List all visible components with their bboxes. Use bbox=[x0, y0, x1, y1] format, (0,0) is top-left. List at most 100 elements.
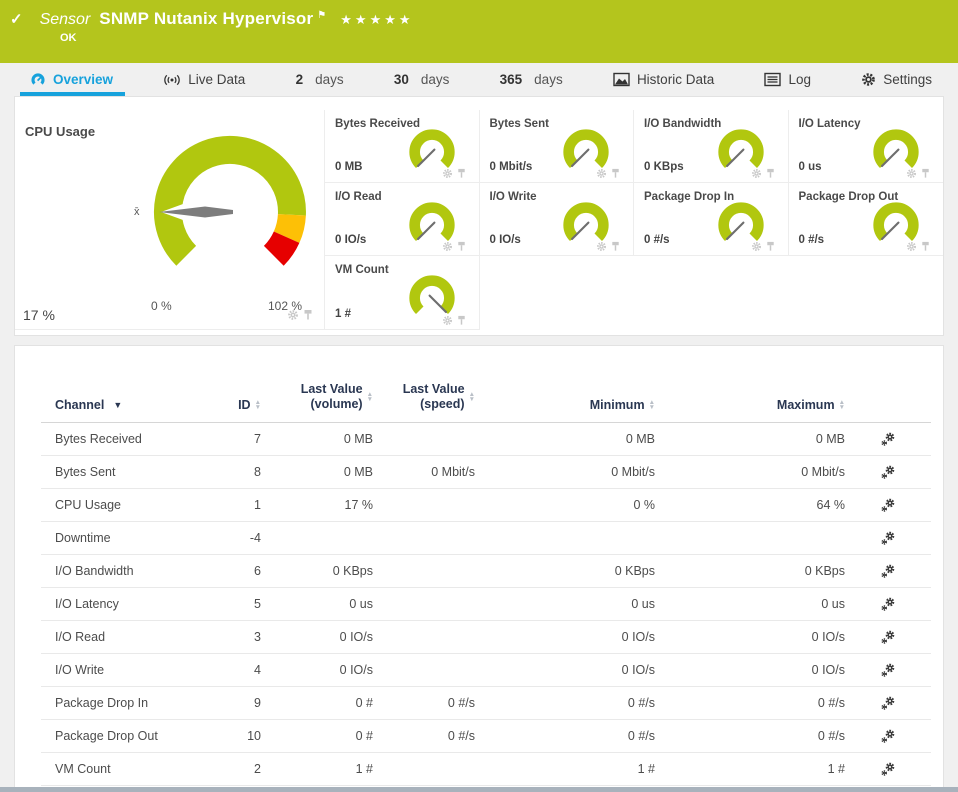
gauge-card-io-write: I/O Write 0 IO/s bbox=[480, 183, 635, 256]
gauge-settings-gear-icon[interactable] bbox=[596, 168, 607, 179]
gauge-icon bbox=[30, 72, 46, 88]
gauge-settings-gear-icon[interactable] bbox=[442, 168, 453, 179]
column-header-channel[interactable]: Channel▼ bbox=[41, 398, 189, 412]
gauge-settings-gear-icon[interactable] bbox=[906, 168, 917, 179]
gauge-title: CPU Usage bbox=[25, 124, 95, 139]
sort-icon: ▲▼ bbox=[839, 400, 845, 411]
channel-name: I/O Write bbox=[41, 663, 189, 677]
column-header-minimum[interactable]: Minimum▲▼ bbox=[475, 398, 655, 412]
edit-channel-gears-icon[interactable] bbox=[880, 662, 896, 678]
gauge-pin-icon[interactable] bbox=[302, 309, 314, 321]
channel-name: Bytes Received bbox=[41, 432, 189, 446]
edit-channel-gears-icon[interactable] bbox=[880, 464, 896, 480]
gauge-pin-icon[interactable] bbox=[456, 241, 467, 252]
gauge-settings-gear-icon[interactable] bbox=[442, 315, 453, 326]
sort-desc-icon: ▼ bbox=[113, 400, 122, 410]
gauge-title: I/O Write bbox=[490, 191, 537, 203]
gauge-value: 0 Mbit/s bbox=[490, 161, 533, 173]
status-check-icon: ✓ bbox=[10, 10, 23, 28]
gauge-value: 0 us bbox=[799, 161, 822, 173]
gauge-card-vm-count: VM Count 1 # bbox=[325, 256, 480, 330]
gauge-settings-gear-icon[interactable] bbox=[287, 309, 299, 321]
cpu-gauge-dial: x̄ bbox=[122, 126, 318, 301]
channel-name: Package Drop Out bbox=[41, 729, 189, 743]
channel-name: Downtime bbox=[41, 531, 189, 545]
edit-channel-gears-icon[interactable] bbox=[880, 761, 896, 777]
empty-cell bbox=[480, 256, 635, 330]
gauge-settings-gear-icon[interactable] bbox=[596, 241, 607, 252]
tab-overview[interactable]: Overview bbox=[30, 63, 113, 96]
column-header-id[interactable]: ID▲▼ bbox=[189, 398, 261, 412]
column-header-last-value-speed[interactable]: Last Value (speed)▲▼ bbox=[373, 382, 475, 412]
gauge-settings-gear-icon[interactable] bbox=[442, 241, 453, 252]
gauge-pin-icon[interactable] bbox=[610, 241, 621, 252]
gauge-value: 0 KBps bbox=[644, 161, 684, 173]
gauge-pin-icon[interactable] bbox=[920, 241, 931, 252]
tab-365-days[interactable]: 365 days bbox=[500, 63, 563, 96]
gauge-card-cpu-usage: CPU Usage x̄ 0 % 102 % 17 % bbox=[15, 110, 325, 330]
edit-channel-gears-icon[interactable] bbox=[880, 728, 896, 744]
tab-label: Live Data bbox=[188, 72, 245, 87]
gauge-card-io-bandwidth: I/O Bandwidth 0 KBps bbox=[634, 110, 789, 183]
table-row: Bytes Sent 8 0 MB 0 Mbit/s 0 Mbit/s 0 Mb… bbox=[41, 456, 931, 489]
gauge-pin-icon[interactable] bbox=[456, 168, 467, 179]
gauge-pin-icon[interactable] bbox=[920, 168, 931, 179]
gauge-card-bytes-received: Bytes Received 0 MB bbox=[325, 110, 480, 183]
gauge-pin-icon[interactable] bbox=[765, 241, 776, 252]
gauge-card-bytes-sent: Bytes Sent 0 Mbit/s bbox=[480, 110, 635, 183]
tab-settings[interactable]: Settings bbox=[861, 63, 932, 96]
edit-channel-gears-icon[interactable] bbox=[880, 431, 896, 447]
gauge-pin-icon[interactable] bbox=[765, 168, 776, 179]
gauge-pin-icon[interactable] bbox=[610, 168, 621, 179]
gauge-card-io-read: I/O Read 0 IO/s bbox=[325, 183, 480, 256]
edit-channel-gears-icon[interactable] bbox=[880, 530, 896, 546]
tab-log[interactable]: Log bbox=[764, 63, 811, 96]
gauge-settings-gear-icon[interactable] bbox=[751, 168, 762, 179]
table-row: I/O Write 4 0 IO/s 0 IO/s 0 IO/s bbox=[41, 654, 931, 687]
table-row: Package Drop Out 10 0 # 0 #/s 0 #/s 0 #/… bbox=[41, 720, 931, 753]
priority-stars[interactable]: ★★★★★ bbox=[340, 12, 413, 28]
gauge-card-package-drop-in: Package Drop In 0 #/s bbox=[634, 183, 789, 256]
tab-live-data[interactable]: Live Data bbox=[163, 63, 245, 96]
tab-historic-data[interactable]: Historic Data bbox=[613, 63, 714, 96]
edit-channel-gears-icon[interactable] bbox=[880, 563, 896, 579]
gauge-title: I/O Latency bbox=[799, 118, 861, 130]
gauge-value: 1 # bbox=[335, 308, 351, 320]
column-header-maximum[interactable]: Maximum▲▼ bbox=[655, 398, 845, 412]
bottom-scroll-strip bbox=[0, 787, 958, 792]
channel-name: CPU Usage bbox=[41, 498, 189, 512]
edit-channel-gears-icon[interactable] bbox=[880, 629, 896, 645]
table-header-row: Channel▼ ID▲▼ Last Value (volume)▲▼ Last… bbox=[41, 346, 931, 423]
page-title: SNMP Nutanix Hypervisor bbox=[99, 9, 313, 29]
empty-cell bbox=[634, 256, 789, 330]
table-row: Downtime -4 bbox=[41, 522, 931, 555]
log-icon bbox=[764, 72, 781, 87]
gauge-value: 0 #/s bbox=[644, 234, 670, 246]
table-row: CPU Usage 1 17 % 0 % 64 % bbox=[41, 489, 931, 522]
gauge-value: 0 #/s bbox=[799, 234, 825, 246]
channel-name: Package Drop In bbox=[41, 696, 189, 710]
tab-label: Log bbox=[788, 72, 811, 87]
gauge-settings-gear-icon[interactable] bbox=[751, 241, 762, 252]
tab-bar: Overview Live Data 2 days 30 days 365 da… bbox=[0, 63, 958, 96]
tab-30-days[interactable]: 30 days bbox=[394, 63, 450, 96]
gauge-pin-icon[interactable] bbox=[456, 315, 467, 326]
gauge-title: I/O Bandwidth bbox=[644, 118, 721, 130]
edit-channel-gears-icon[interactable] bbox=[880, 497, 896, 513]
gauge-min-label: 0 % bbox=[151, 299, 172, 313]
gauge-settings-gear-icon[interactable] bbox=[906, 241, 917, 252]
edit-channel-gears-icon[interactable] bbox=[880, 596, 896, 612]
gauge-title: VM Count bbox=[335, 264, 389, 276]
gauge-value: 0 MB bbox=[335, 161, 362, 173]
table-row: VM Count 2 1 # 1 # 1 # bbox=[41, 753, 931, 786]
edit-channel-gears-icon[interactable] bbox=[880, 695, 896, 711]
gauge-value: 17 % bbox=[23, 307, 55, 323]
column-header-last-value-volume[interactable]: Last Value (volume)▲▼ bbox=[261, 382, 373, 412]
gauge-title: Bytes Sent bbox=[490, 118, 549, 130]
empty-cell bbox=[789, 256, 944, 330]
table-row: I/O Bandwidth 6 0 KBps 0 KBps 0 KBps bbox=[41, 555, 931, 588]
channel-table: Channel▼ ID▲▼ Last Value (volume)▲▼ Last… bbox=[14, 345, 944, 791]
channel-name: I/O Read bbox=[41, 630, 189, 644]
broadcast-icon bbox=[163, 72, 181, 88]
tab-2-days[interactable]: 2 days bbox=[296, 63, 344, 96]
